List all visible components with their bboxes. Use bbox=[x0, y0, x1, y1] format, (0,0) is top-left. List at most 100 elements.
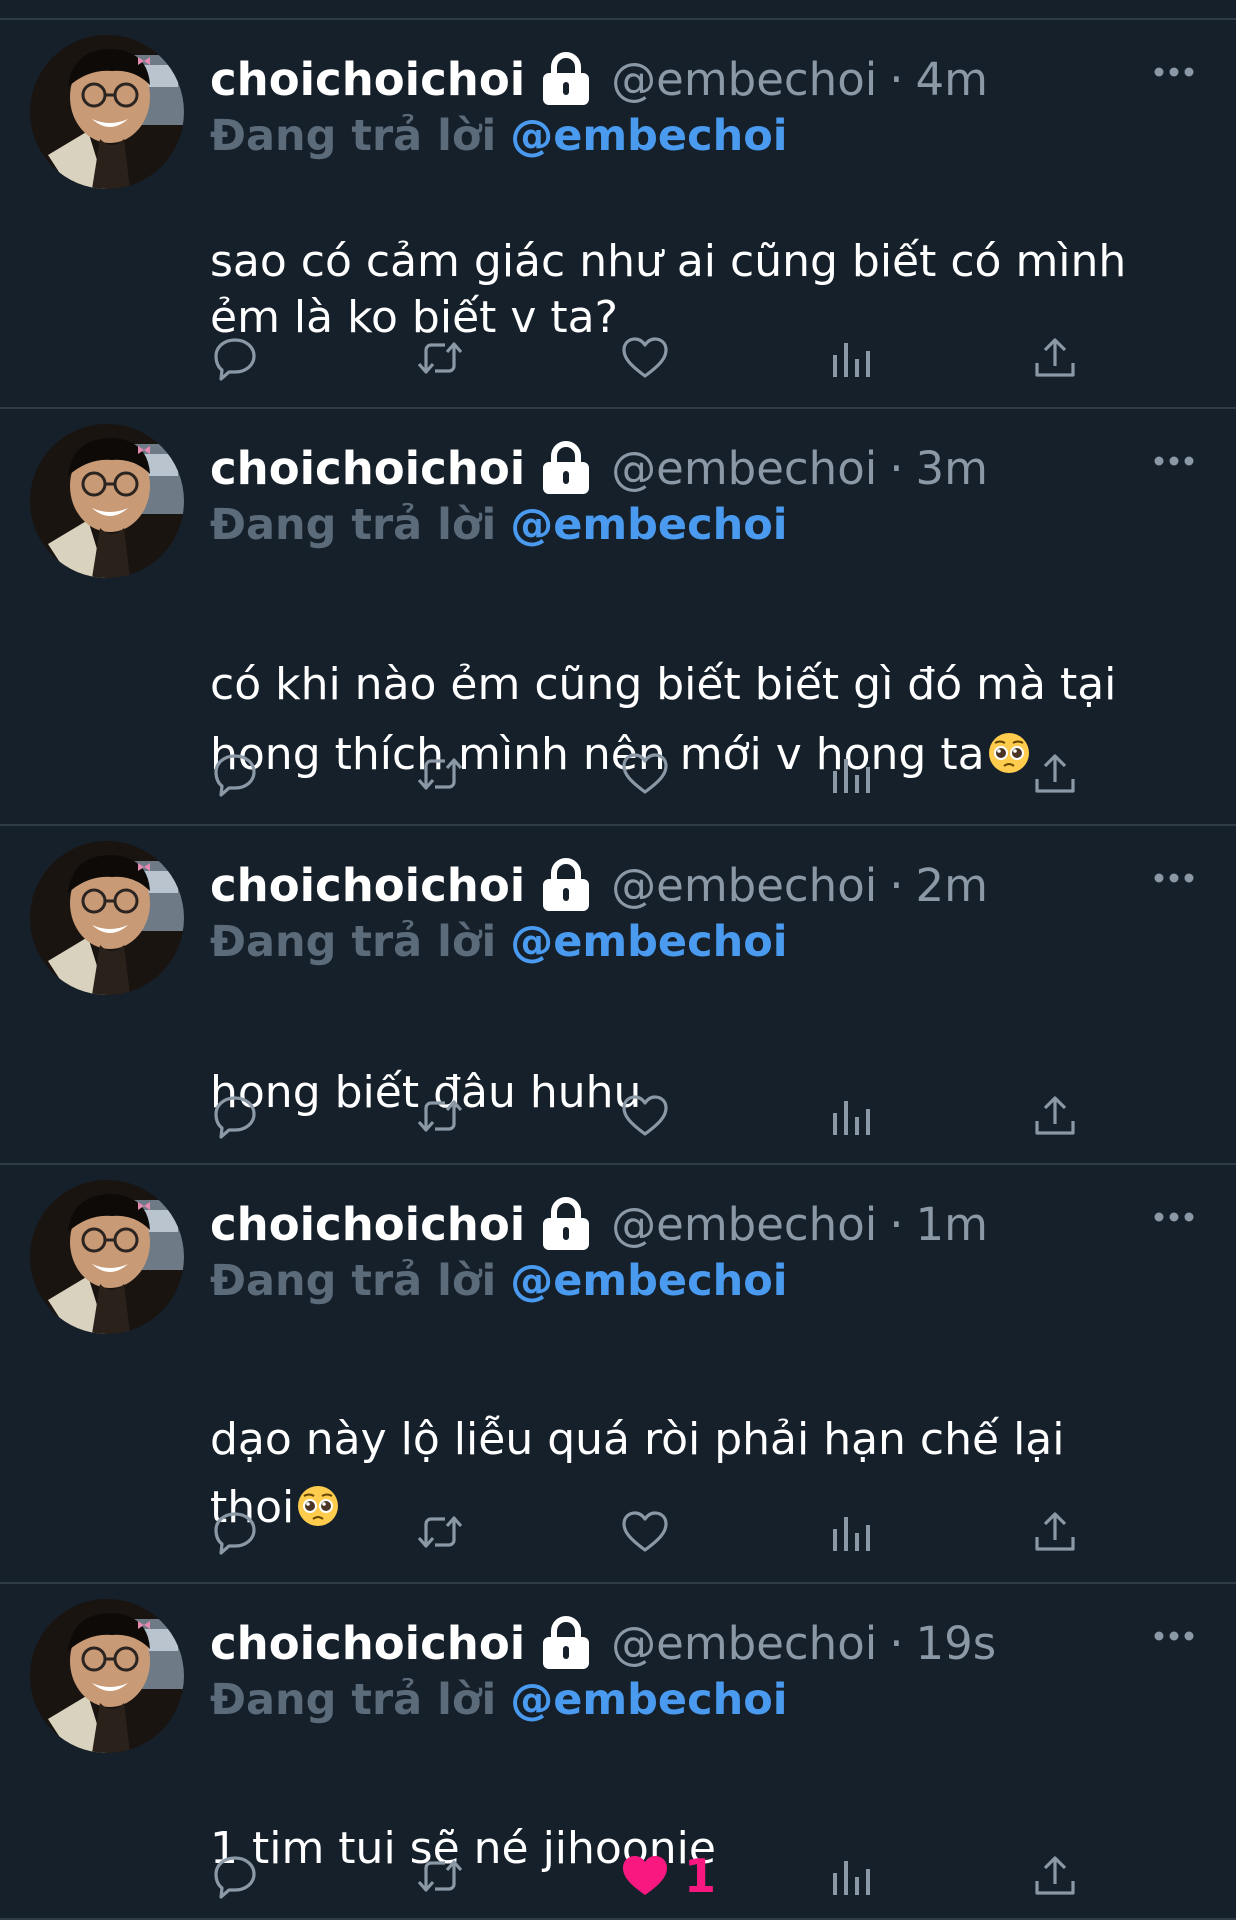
analytics-button[interactable] bbox=[826, 1846, 876, 1906]
share-button[interactable] bbox=[1030, 1846, 1080, 1906]
timestamp[interactable]: 4m bbox=[916, 53, 988, 106]
user-handle[interactable]: @embechoi bbox=[611, 859, 877, 912]
tweet-header: choichoichoi @embechoi · 4m bbox=[210, 48, 988, 110]
tweet[interactable]: choichoichoi @embechoi · 19s Đang trả lờ… bbox=[0, 1584, 1236, 1920]
like-button[interactable] bbox=[620, 328, 684, 388]
retweet-button[interactable] bbox=[415, 1502, 465, 1562]
display-name[interactable]: choichoichoi bbox=[210, 1617, 525, 1670]
analytics-button[interactable] bbox=[826, 744, 876, 804]
reply-button[interactable] bbox=[210, 1086, 260, 1146]
share-icon bbox=[1030, 1507, 1080, 1557]
reply-icon bbox=[210, 1507, 260, 1557]
more-options-icon[interactable] bbox=[1150, 451, 1198, 471]
replying-label: Đang trả lời bbox=[210, 917, 497, 967]
analytics-icon bbox=[826, 1851, 876, 1901]
analytics-button[interactable] bbox=[826, 1086, 876, 1146]
timestamp[interactable]: 19s bbox=[916, 1617, 997, 1670]
analytics-icon bbox=[826, 1091, 876, 1141]
reply-icon bbox=[210, 333, 260, 383]
reply-icon bbox=[210, 749, 260, 799]
display-name[interactable]: choichoichoi bbox=[210, 442, 525, 495]
share-button[interactable] bbox=[1030, 328, 1080, 388]
tweet-header: choichoichoi @embechoi · 1m bbox=[210, 1193, 988, 1255]
avatar[interactable] bbox=[30, 841, 184, 995]
retweet-icon bbox=[415, 333, 465, 383]
display-name[interactable]: choichoichoi bbox=[210, 1198, 525, 1251]
analytics-button[interactable] bbox=[826, 328, 876, 388]
more-options-icon[interactable] bbox=[1150, 1207, 1198, 1227]
separator-dot: · bbox=[889, 1197, 904, 1251]
retweet-button[interactable] bbox=[415, 744, 465, 804]
user-handle[interactable]: @embechoi bbox=[611, 1198, 877, 1251]
reply-button[interactable] bbox=[210, 1502, 260, 1562]
more-options-icon[interactable] bbox=[1150, 62, 1198, 82]
timestamp[interactable]: 2m bbox=[916, 859, 988, 912]
share-button[interactable] bbox=[1030, 1086, 1080, 1146]
tweet[interactable]: choichoichoi @embechoi · 4m Đang trả lời… bbox=[0, 20, 1236, 409]
reply-button[interactable] bbox=[210, 744, 260, 804]
timestamp[interactable]: 1m bbox=[916, 1198, 988, 1251]
user-handle[interactable]: @embechoi bbox=[611, 53, 877, 106]
reply-button[interactable] bbox=[210, 328, 260, 388]
avatar[interactable] bbox=[30, 1599, 184, 1753]
separator-dot: · bbox=[889, 52, 904, 106]
like-button[interactable] bbox=[620, 1086, 684, 1146]
share-icon bbox=[1030, 1091, 1080, 1141]
tweet[interactable]: choichoichoi @embechoi · 3m Đang trả lời… bbox=[0, 409, 1236, 826]
retweet-icon bbox=[415, 1091, 465, 1141]
replying-handle-link[interactable]: @embechoi bbox=[510, 111, 787, 161]
replying-label: Đang trả lời bbox=[210, 1256, 497, 1306]
tweet-text-content: sao có cảm giác như ai cũng biết có mình… bbox=[210, 236, 1127, 343]
tweet[interactable]: choichoichoi @embechoi · 1m Đang trả lời… bbox=[0, 1165, 1236, 1584]
share-icon bbox=[1030, 1851, 1080, 1901]
tweet-header: choichoichoi @embechoi · 2m bbox=[210, 854, 988, 916]
action-bar: 1 bbox=[0, 1846, 1236, 1906]
tweet-text: sao có cảm giác như ai cũng biết có mình… bbox=[210, 178, 1210, 346]
like-button[interactable]: 1 bbox=[620, 1846, 716, 1906]
share-button[interactable] bbox=[1030, 744, 1080, 804]
replying-handle-link[interactable]: @embechoi bbox=[510, 1256, 787, 1306]
analytics-icon bbox=[826, 749, 876, 799]
action-bar bbox=[0, 328, 1236, 388]
retweet-button[interactable] bbox=[415, 328, 465, 388]
heart-icon bbox=[620, 1851, 670, 1901]
timestamp[interactable]: 3m bbox=[916, 442, 988, 495]
display-name[interactable]: choichoichoi bbox=[210, 859, 525, 912]
action-bar bbox=[0, 744, 1236, 804]
more-options-icon[interactable] bbox=[1150, 868, 1198, 888]
user-handle[interactable]: @embechoi bbox=[611, 1617, 877, 1670]
like-button[interactable] bbox=[620, 1502, 684, 1562]
replying-to: Đang trả lời @embechoi bbox=[210, 1251, 787, 1311]
replying-to: Đang trả lời @embechoi bbox=[210, 495, 787, 555]
action-bar bbox=[0, 1502, 1236, 1562]
avatar[interactable] bbox=[30, 1180, 184, 1334]
user-handle[interactable]: @embechoi bbox=[611, 442, 877, 495]
action-bar bbox=[0, 1086, 1236, 1146]
separator-dot: · bbox=[889, 1616, 904, 1670]
like-count: 1 bbox=[684, 1849, 717, 1903]
more-options-icon[interactable] bbox=[1150, 1626, 1198, 1646]
replying-handle-link[interactable]: @embechoi bbox=[510, 500, 787, 550]
analytics-button[interactable] bbox=[826, 1502, 876, 1562]
lock-icon bbox=[539, 857, 593, 913]
avatar[interactable] bbox=[30, 424, 184, 578]
retweet-icon bbox=[415, 1851, 465, 1901]
display-name[interactable]: choichoichoi bbox=[210, 53, 525, 106]
like-button[interactable] bbox=[620, 744, 684, 804]
reply-icon bbox=[210, 1851, 260, 1901]
replying-handle-link[interactable]: @embechoi bbox=[510, 1675, 787, 1725]
retweet-button[interactable] bbox=[415, 1086, 465, 1146]
reply-button[interactable] bbox=[210, 1846, 260, 1906]
heart-icon bbox=[620, 749, 670, 799]
avatar[interactable] bbox=[30, 35, 184, 189]
replying-to: Đang trả lời @embechoi bbox=[210, 912, 787, 972]
share-icon bbox=[1030, 749, 1080, 799]
tweet[interactable]: choichoichoi @embechoi · 2m Đang trả lời… bbox=[0, 826, 1236, 1165]
replying-to: Đang trả lời @embechoi bbox=[210, 106, 787, 166]
retweet-button[interactable] bbox=[415, 1846, 465, 1906]
separator-dot: · bbox=[889, 858, 904, 912]
share-button[interactable] bbox=[1030, 1502, 1080, 1562]
share-icon bbox=[1030, 333, 1080, 383]
lock-icon bbox=[539, 1196, 593, 1252]
replying-handle-link[interactable]: @embechoi bbox=[510, 917, 787, 967]
